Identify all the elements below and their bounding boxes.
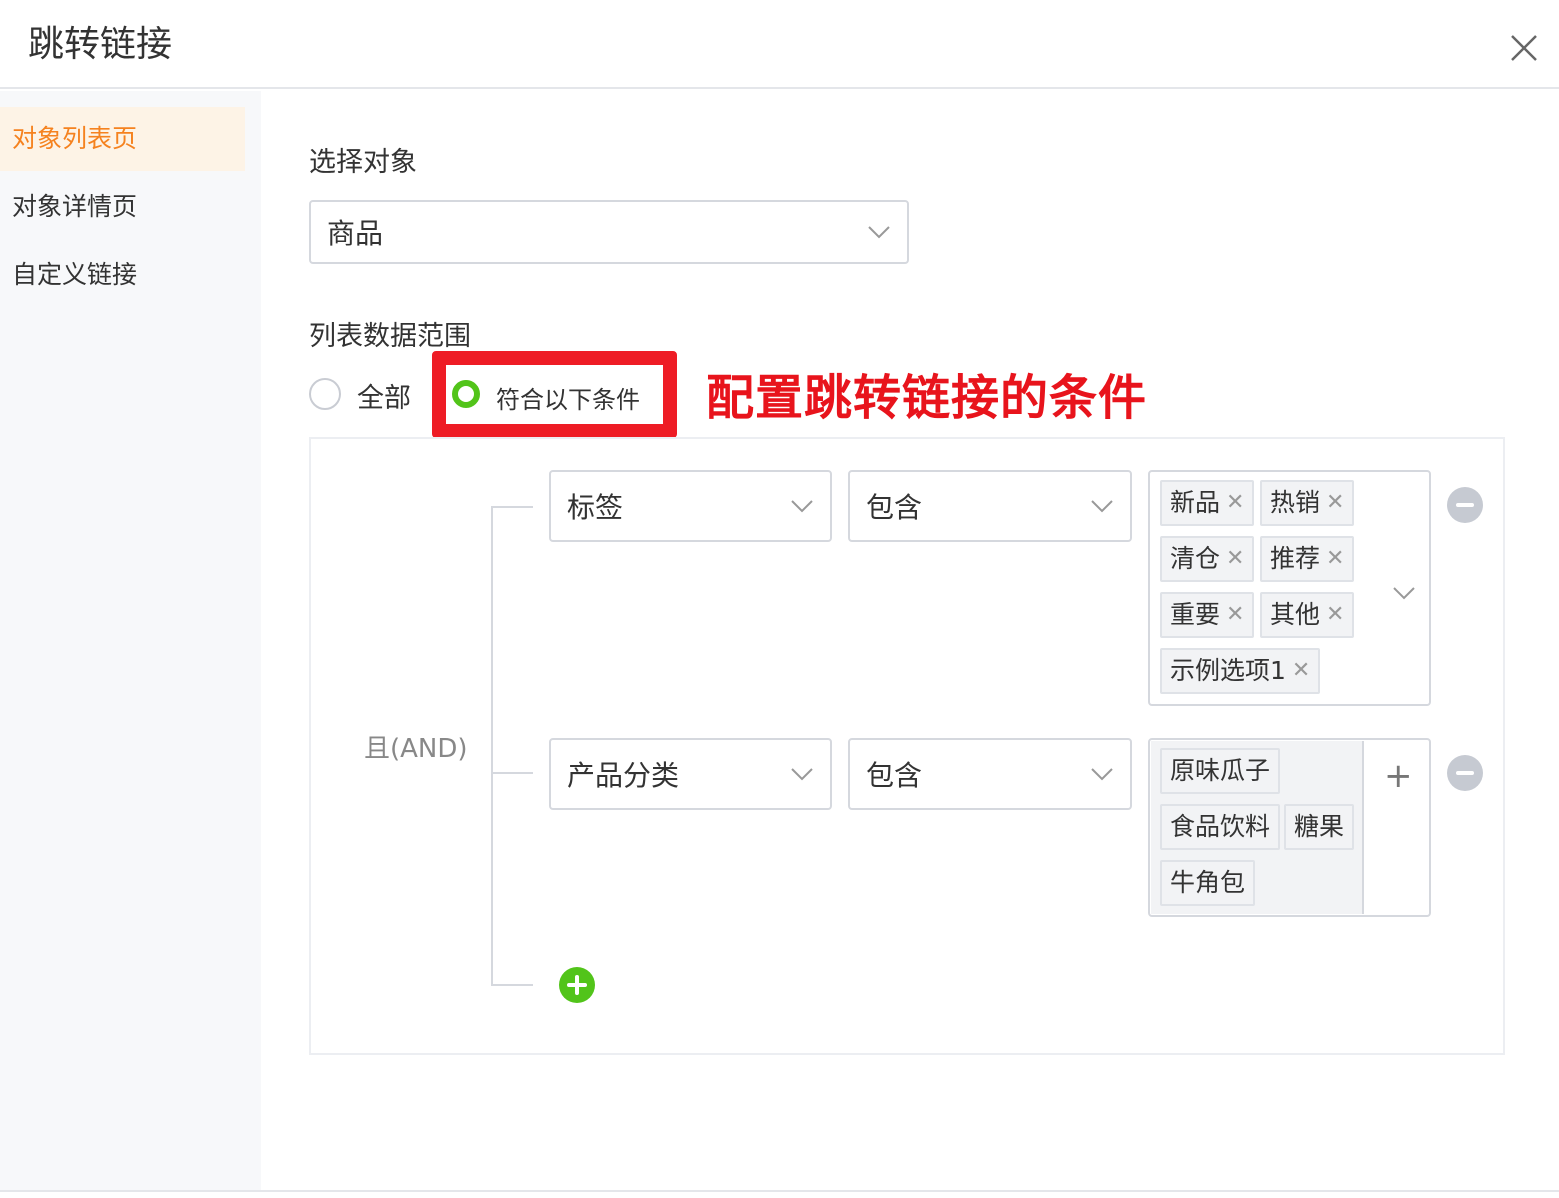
value-tag: 示例选项1 ✕: [1160, 648, 1321, 694]
dialog-title: 跳转链接: [28, 24, 173, 65]
sidebar: 对象列表页 对象详情页 自定义链接: [0, 91, 261, 1191]
tag-remove-icon[interactable]: ✕: [1226, 594, 1244, 636]
tree-branch: [491, 984, 533, 986]
tag-remove-icon[interactable]: ✕: [1326, 594, 1344, 636]
condition-field-select[interactable]: 产品分类: [549, 738, 832, 810]
tree-branch: [491, 506, 533, 508]
logic-and-label[interactable]: 且(AND): [364, 728, 468, 765]
footer-divider: [0, 1190, 1559, 1192]
value-tag: 食品饮料: [1160, 804, 1281, 850]
plus-icon: +: [1384, 756, 1413, 796]
chevron-down-icon: [868, 226, 890, 239]
radio-all[interactable]: [309, 378, 341, 410]
tag-remove-icon[interactable]: ✕: [1226, 538, 1244, 580]
remove-condition-button[interactable]: [1447, 487, 1483, 523]
condition-operator-select[interactable]: 包含: [848, 738, 1132, 810]
chevron-down-icon: [791, 768, 813, 781]
tree-connector: [491, 506, 493, 986]
condition-field-select[interactable]: 标签: [549, 470, 832, 542]
value-tag: 推荐 ✕: [1260, 536, 1355, 582]
chevron-down-icon: [1091, 500, 1113, 513]
sidebar-item-object-detail[interactable]: 对象详情页: [0, 175, 245, 239]
object-select[interactable]: 商品: [309, 200, 909, 264]
value-tag: 糖果: [1284, 804, 1355, 850]
condition-operator-value: 包含: [866, 491, 923, 524]
condition-field-value: 标签: [567, 491, 624, 524]
condition-operator-value: 包含: [866, 759, 923, 792]
value-tag: 牛角包: [1160, 860, 1256, 906]
range-label: 列表数据范围: [309, 321, 471, 352]
object-select-value: 商品: [327, 217, 384, 250]
sidebar-item-custom-link[interactable]: 自定义链接: [0, 243, 245, 307]
chevron-down-icon: [1393, 587, 1415, 600]
tag-remove-icon[interactable]: ✕: [1226, 482, 1244, 524]
value-tag: 新品 ✕: [1160, 480, 1255, 526]
add-condition-button[interactable]: [559, 967, 595, 1003]
sidebar-item-object-list[interactable]: 对象列表页: [0, 107, 245, 171]
tag-remove-icon[interactable]: ✕: [1326, 482, 1344, 524]
value-tag: 重要 ✕: [1160, 592, 1255, 638]
tag-remove-icon[interactable]: ✕: [1292, 650, 1310, 692]
chevron-down-icon: [1091, 768, 1113, 781]
annotation-text: 配置跳转链接的条件: [706, 370, 1148, 426]
remove-condition-button[interactable]: [1447, 755, 1483, 791]
radio-conditions[interactable]: [452, 380, 480, 408]
object-label: 选择对象: [309, 147, 417, 178]
radio-conditions-label[interactable]: 符合以下条件: [496, 380, 640, 415]
value-tag: 清仓 ✕: [1160, 536, 1255, 582]
tag-remove-icon[interactable]: ✕: [1326, 538, 1344, 580]
tree-branch: [491, 772, 533, 774]
value-tag: 热销 ✕: [1260, 480, 1355, 526]
chevron-down-icon: [791, 500, 813, 513]
close-icon[interactable]: [1504, 28, 1544, 68]
add-value-button[interactable]: +: [1362, 741, 1428, 914]
value-tag: 原味瓜子: [1160, 748, 1281, 794]
radio-all-label[interactable]: 全部: [357, 376, 411, 415]
condition-field-value: 产品分类: [567, 759, 680, 792]
dialog-header: 跳转链接: [0, 0, 1559, 89]
condition-operator-select[interactable]: 包含: [848, 470, 1132, 542]
value-tag: 其他 ✕: [1260, 592, 1355, 638]
